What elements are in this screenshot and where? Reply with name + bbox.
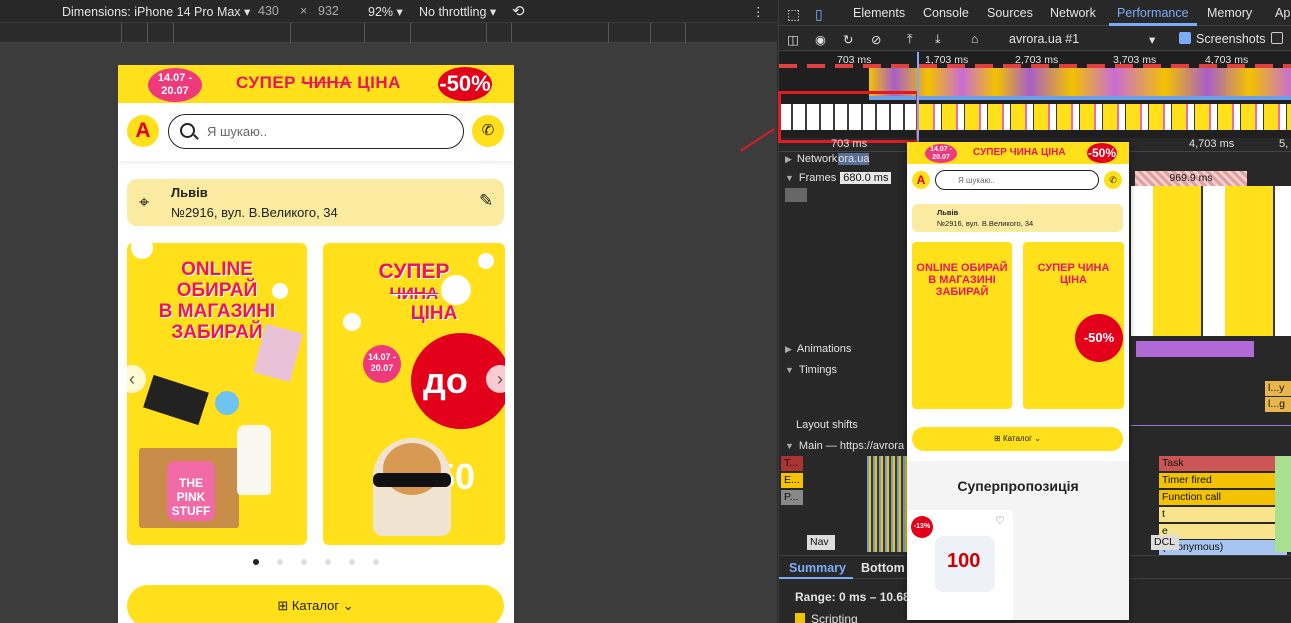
device-toolbar: Dimensions: iPhone 14 Pro Max ▾ 430 × 93…	[0, 0, 777, 23]
reload-icon[interactable]: ↻	[843, 32, 853, 47]
screenshots-label: Screenshots	[1196, 32, 1266, 46]
sidebar-toggle-icon[interactable]: ◫	[787, 32, 799, 47]
location-pin-icon: ⌖	[139, 192, 150, 212]
search-input[interactable]: Я шукаю..	[168, 114, 464, 149]
range-summary: Range: 0 ms – 10.68	[795, 590, 910, 604]
browser-devtools-window: Dimensions: iPhone 14 Pro Max ▾ 430 × 93…	[0, 0, 1291, 623]
tab-memory[interactable]: Memory	[1207, 6, 1252, 20]
slider-prev-button[interactable]: ‹	[118, 365, 146, 393]
more-options-icon[interactable]: ⋮	[752, 4, 765, 19]
performance-toolbar: ◫ ◉ ↻ ⊘ ⤒ ⤓ ⌂ avrora.ua #1 ▾ Screenshots	[779, 27, 1291, 51]
inspect-icon[interactable]: ⬚	[787, 6, 800, 23]
nav-marker: Nav	[807, 535, 835, 550]
track-animations[interactable]: ▶ Animations	[785, 343, 851, 355]
screenshot-preview: 14.07 - 20.07 СУПЕР ЧИНА ЦІНА -50% A Я ш…	[907, 142, 1129, 620]
throttling-select[interactable]: No throttling ▾	[419, 4, 496, 19]
tab-application[interactable]: Ap	[1275, 6, 1290, 20]
width-input[interactable]: 430	[258, 4, 279, 18]
memory-checkbox[interactable]	[1271, 32, 1283, 44]
promo-date: 14.07 - 20.07	[148, 68, 202, 102]
tab-console[interactable]: Console	[923, 6, 969, 20]
track-network[interactable]: ▶ Networkora.ua	[785, 153, 870, 165]
banner-date: 14.07 - 20.07	[363, 345, 401, 383]
tab-elements[interactable]: Elements	[853, 6, 905, 20]
scripting-legend: Scripting	[795, 612, 858, 623]
banner-online[interactable]: ONLINE ОБИРАЙ В МАГАЗИНІ ЗАБИРАЙ THE PIN…	[127, 243, 307, 545]
track-main[interactable]: ▼ Main — https://avrora	[785, 440, 904, 452]
selection-handle[interactable]	[917, 52, 919, 142]
slider-next-button[interactable]: ›	[486, 365, 514, 393]
device-select[interactable]: Dimensions: iPhone 14 Pro Max ▾	[62, 4, 250, 19]
slider-dots[interactable]	[248, 559, 384, 569]
store-city: Львів	[171, 185, 208, 200]
screenshot-strip	[919, 104, 1291, 130]
promo-strip[interactable]: 14.07 - 20.07 СУПЕР ЧИНА ЦІНА -50%	[118, 65, 514, 103]
track-layout-shifts[interactable]: Layout shifts	[796, 419, 858, 431]
banner-super-price[interactable]: СУПЕР ЧИНА ЦІНА 14.07 - 20.07 до -50	[323, 243, 505, 545]
cpu-chart	[869, 68, 1291, 96]
home-icon[interactable]: ⌂	[971, 32, 979, 46]
target-select[interactable]: avrora.ua #1	[1009, 32, 1079, 46]
height-input[interactable]: 932	[318, 4, 339, 18]
track-frames[interactable]: ▼ Frames 680.0 ms	[785, 172, 892, 184]
promo-badge: -50%	[438, 67, 492, 101]
rotate-icon[interactable]: ⟲	[512, 2, 525, 20]
promo-title: СУПЕР ЧИНА ЦІНА	[236, 73, 401, 92]
product-label: THE PINK STUFF	[167, 461, 215, 521]
tab-network[interactable]: Network	[1050, 6, 1096, 20]
store-selector[interactable]: ⌖ Львів №2916, вул. В.Великого, 34 ✎	[127, 179, 504, 226]
search-icon	[180, 123, 195, 138]
phone-icon[interactable]: ✆	[472, 115, 504, 147]
site-header: A Я шукаю.. ✆	[118, 103, 514, 161]
screenshots-checkbox[interactable]	[1179, 32, 1191, 44]
times-sign: ×	[300, 4, 308, 18]
tab-summary[interactable]: Summary	[789, 561, 846, 575]
devtools-tabs: ⬚ ▯ Elements Console Sources Network Per…	[779, 0, 1291, 26]
highlight-box	[778, 91, 919, 143]
catalog-button[interactable]: ⊞ Каталог ⌄	[127, 585, 504, 623]
track-timings[interactable]: ▼ Timings	[785, 364, 837, 376]
tab-sources[interactable]: Sources	[987, 6, 1033, 20]
zoom-select[interactable]: 92% ▾	[368, 4, 403, 19]
device-toggle-icon[interactable]: ▯	[815, 6, 823, 23]
clear-icon[interactable]: ⊘	[871, 32, 881, 47]
store-address: №2916, вул. В.Великого, 34	[171, 205, 338, 220]
tab-performance[interactable]: Performance	[1117, 6, 1189, 20]
download-icon[interactable]: ⤓	[935, 32, 941, 47]
frame-marker[interactable]: 969.9 ms	[1135, 171, 1247, 186]
edit-icon[interactable]: ✎	[479, 191, 493, 211]
record-icon[interactable]: ◉	[815, 32, 826, 47]
tab-bottom-up[interactable]: Bottom	[861, 561, 905, 575]
avrora-logo[interactable]: A	[127, 115, 159, 147]
device-viewport: 14.07 - 20.07 СУПЕР ЧИНА ЦІНА -50% A Я ш…	[0, 43, 777, 623]
dropdown-icon[interactable]: ▾	[1149, 32, 1155, 47]
mobile-page: 14.07 - 20.07 СУПЕР ЧИНА ЦІНА -50% A Я ш…	[118, 65, 514, 623]
timeline-overview[interactable]: 703 ms 1,703 ms 2,703 ms 3,703 ms 4,703 …	[778, 52, 1291, 143]
media-query-bar[interactable]	[0, 23, 777, 43]
upload-icon[interactable]: ⤒	[907, 32, 913, 47]
